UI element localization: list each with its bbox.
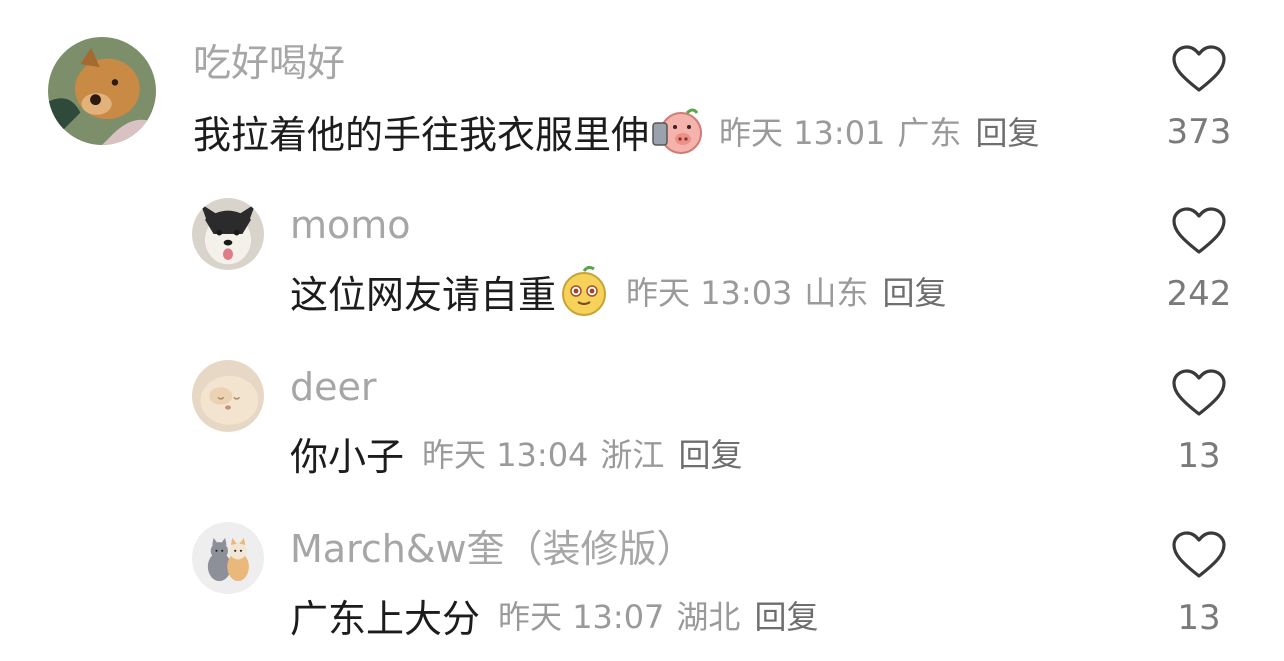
comment-text: 这位网友请自重 — [290, 272, 557, 317]
comment-location: 浙江 — [600, 436, 665, 474]
reply-button[interactable]: 回复 — [882, 268, 946, 314]
dog-avatar-image — [48, 37, 156, 145]
reply-button[interactable]: 回复 — [754, 592, 818, 638]
like-section: 13 — [1154, 530, 1244, 638]
reply-item: momo 这位网友请自重 昨天 13:03 山东 回复 242 — [0, 190, 1284, 350]
comment-text: 广东上大分 — [290, 596, 481, 641]
like-section: 13 — [1154, 368, 1244, 476]
comment-time: 昨天 13:07 — [498, 598, 665, 636]
like-section: 373 — [1154, 44, 1244, 152]
comment-location: 湖北 — [676, 598, 741, 636]
comment-location: 广东 — [897, 114, 962, 152]
heart-icon[interactable] — [1171, 368, 1227, 418]
comment-text: 你小子 — [290, 434, 405, 479]
cats-avatar-image — [192, 522, 264, 594]
comment-location: 山东 — [804, 274, 869, 312]
reply-item: deer 你小子 昨天 13:04 浙江 回复 13 — [0, 352, 1284, 512]
like-count: 13 — [1177, 598, 1221, 638]
comment-time: 昨天 13:04 — [422, 436, 589, 474]
reply-item: March&w奎（装修版） 广东上大分 昨天 13:07 湖北 回复 13 — [0, 514, 1284, 661]
username[interactable]: 吃好喝好 — [193, 40, 345, 86]
heart-icon[interactable] — [1171, 44, 1227, 94]
like-count: 242 — [1166, 274, 1232, 314]
comment-body: 这位网友请自重 昨天 13:03 山东 回复 — [290, 264, 946, 318]
heart-icon[interactable] — [1171, 206, 1227, 256]
avatar[interactable] — [48, 37, 156, 145]
username[interactable]: March&w奎（装修版） — [290, 526, 695, 572]
comment-text: 我拉着他的手往我衣服里伸 — [193, 112, 650, 157]
reply-button[interactable]: 回复 — [678, 430, 742, 476]
comment-item: 吃好喝好 我拉着他的手往我衣服里伸 昨天 13:01 广东 回复 373 — [0, 0, 1284, 190]
like-section: 242 — [1154, 206, 1244, 314]
like-count: 373 — [1166, 112, 1232, 152]
husky-avatar-image — [192, 198, 264, 270]
comment-time: 昨天 13:01 — [719, 114, 886, 152]
comment-body: 我拉着他的手往我衣服里伸 昨天 13:01 广东 回复 — [193, 104, 1039, 158]
comment-body: 你小子 昨天 13:04 浙江 回复 — [290, 426, 742, 480]
pig-kiss-emoji-icon — [651, 105, 703, 157]
avatar[interactable] — [192, 522, 264, 594]
avatar[interactable] — [192, 360, 264, 432]
comment-body: 广东上大分 昨天 13:07 湖北 回复 — [290, 588, 818, 642]
comment-time: 昨天 13:03 — [626, 274, 793, 312]
username[interactable]: deer — [290, 364, 377, 410]
reply-button[interactable]: 回复 — [975, 108, 1039, 154]
smug-face-emoji-icon — [558, 265, 610, 317]
like-count: 13 — [1177, 436, 1221, 476]
username[interactable]: momo — [290, 202, 411, 248]
fluffy-pet-avatar-image — [192, 360, 264, 432]
heart-icon[interactable] — [1171, 530, 1227, 580]
avatar[interactable] — [192, 198, 264, 270]
